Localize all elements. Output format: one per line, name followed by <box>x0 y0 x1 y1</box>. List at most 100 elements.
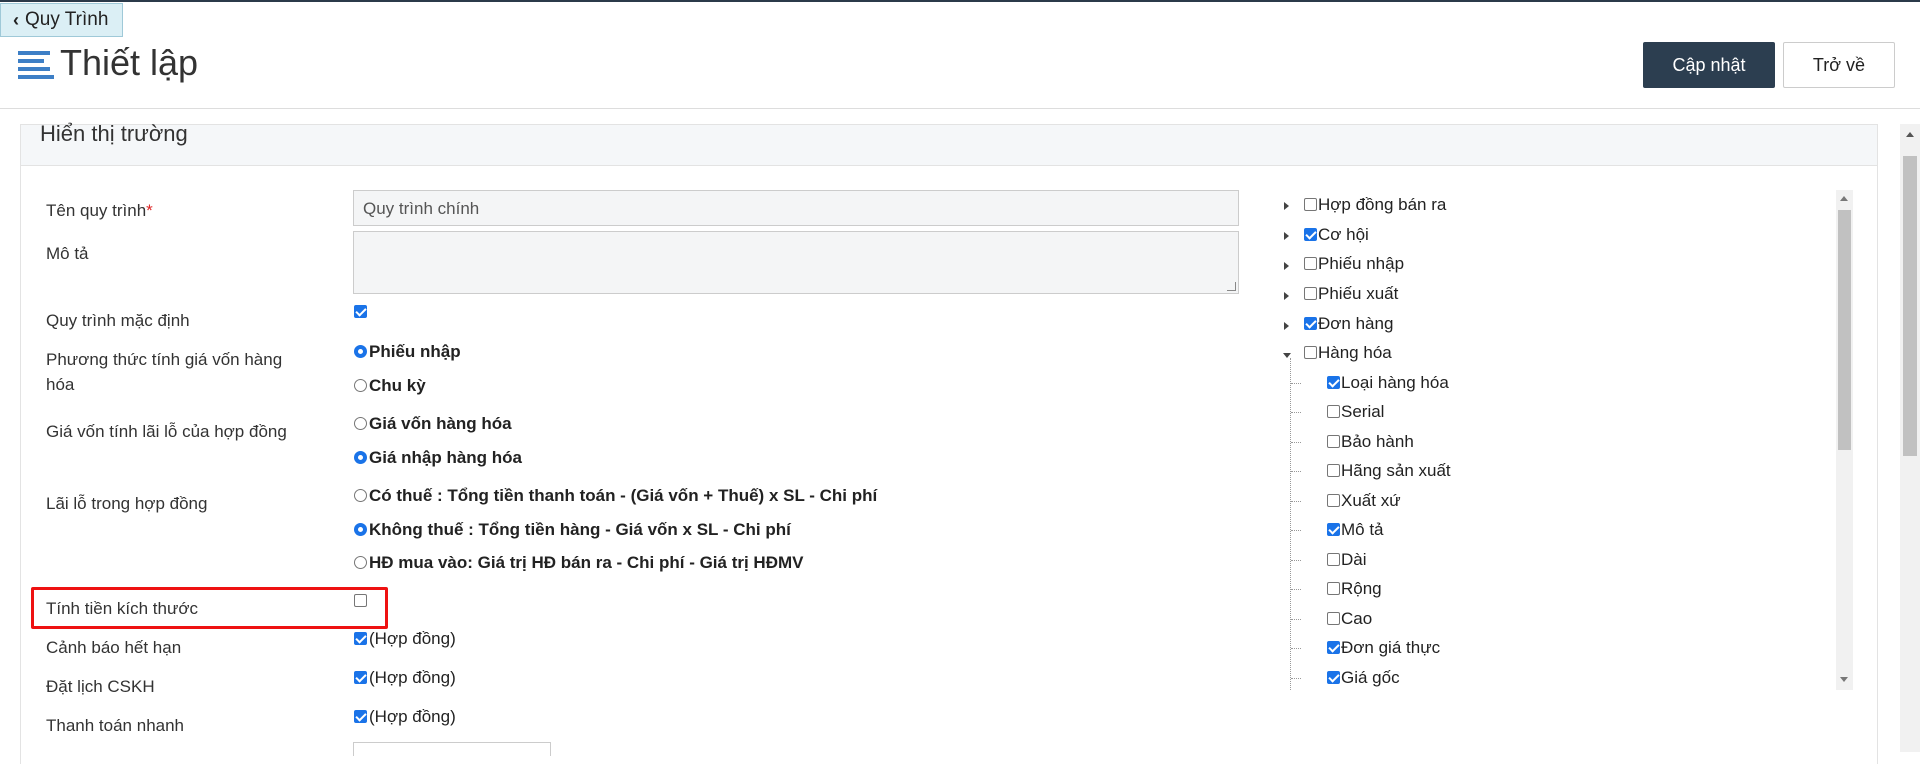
profit-cost-option-label: Giá nhập hàng hóa <box>369 448 523 467</box>
quick-pay-checkbox[interactable] <box>354 710 367 723</box>
tree-checkbox[interactable] <box>1327 641 1340 654</box>
back-button-label: Quy Trình <box>25 9 109 30</box>
profit-cost-radio-gia-von[interactable] <box>354 417 367 430</box>
tree-checkbox[interactable] <box>1327 523 1340 536</box>
quick-pay-label: Thanh toán nhanh <box>46 716 185 735</box>
contract-profit-option-label: Không thuế : Tổng tiền hàng - Giá vốn x … <box>369 520 791 539</box>
tree-checkbox[interactable] <box>1304 287 1317 300</box>
expand-arrow-icon[interactable] <box>1284 202 1289 210</box>
back-to-process-button[interactable]: ‹ Quy Trình <box>0 3 124 37</box>
tree-node-label: Loại hàng hóa <box>1341 373 1449 392</box>
expand-arrow-icon[interactable] <box>1284 322 1289 330</box>
contract-profit-radio-hd-mua-vao[interactable] <box>354 556 367 569</box>
scrollbar-thumb[interactable] <box>1838 210 1851 450</box>
tree-checkbox[interactable] <box>1327 405 1340 418</box>
process-name-input[interactable]: Quy trình chính <box>353 190 1239 226</box>
contract-profit-radio-co-thue[interactable] <box>354 489 367 502</box>
cost-method-label: Phương thức tính giá vốn hàng hóa <box>46 350 283 394</box>
tree-checkbox[interactable] <box>1327 612 1340 625</box>
expiry-warning-checkbox[interactable] <box>354 632 367 645</box>
tree-checkbox[interactable] <box>1327 464 1340 477</box>
scroll-up-arrow-icon[interactable] <box>1840 196 1848 201</box>
cost-method-radio-phieu-nhap[interactable] <box>354 345 367 358</box>
required-mark: * <box>146 201 153 220</box>
tree-checkbox[interactable] <box>1304 257 1317 270</box>
profit-cost-option-label: Giá vốn hàng hóa <box>369 414 512 433</box>
schedule-cs-label: Đặt lịch CSKH <box>46 677 155 696</box>
tree-node-label: Hãng sản xuất <box>1341 461 1451 480</box>
tree-connector <box>1291 589 1301 590</box>
return-button[interactable]: Trở về <box>1783 42 1895 88</box>
tree-node-label: Phiếu xuất <box>1318 284 1399 303</box>
highlight-annotation <box>31 587 388 629</box>
tree-checkbox[interactable] <box>1327 553 1340 566</box>
tree-node-label: Rộng <box>1341 579 1382 598</box>
tree-checkbox[interactable] <box>1304 346 1317 359</box>
tree-node-label: Giá gốc <box>1341 668 1400 687</box>
scroll-up-arrow-icon[interactable] <box>1906 132 1914 137</box>
tree-scrollbar[interactable] <box>1836 190 1853 690</box>
schedule-cs-checkbox[interactable] <box>354 671 367 684</box>
select-field[interactable] <box>353 742 551 756</box>
quick-pay-text: (Hợp đồng) <box>369 707 456 726</box>
expiry-warning-label: Cảnh báo hết hạn <box>46 638 182 657</box>
tree-connector <box>1291 412 1301 413</box>
tree-checkbox[interactable] <box>1304 228 1317 241</box>
tree-connector <box>1291 678 1301 679</box>
chevron-left-icon: ‹ <box>13 9 19 30</box>
tree-connector <box>1291 619 1301 620</box>
scrollbar-thumb[interactable] <box>1903 156 1917 456</box>
tree-node-label: Đơn hàng <box>1318 314 1394 333</box>
panel-header: Hiển thị trường <box>21 121 1877 166</box>
tree-node-label: Mô tả <box>1341 520 1384 539</box>
profit-cost-radio-gia-nhap[interactable] <box>354 451 367 464</box>
update-button[interactable]: Cập nhật <box>1643 42 1775 88</box>
expiry-warning-text: (Hợp đồng) <box>369 629 456 648</box>
cost-method-radio-chu-ky[interactable] <box>354 379 367 392</box>
contract-profit-option-label: Có thuế : Tổng tiền thanh toán - (Giá vố… <box>369 486 878 505</box>
tree-checkbox[interactable] <box>1327 582 1340 595</box>
tree-checkbox[interactable] <box>1327 376 1340 389</box>
cost-method-option-label: Phiếu nhập <box>369 342 461 361</box>
tree-node-label: Cao <box>1341 609 1373 628</box>
expand-arrow-icon[interactable] <box>1284 262 1289 270</box>
tree-connector <box>1291 560 1301 561</box>
top-border <box>0 0 1920 2</box>
page-title: Thiết lập <box>60 42 199 83</box>
cost-method-option-label: Chu kỳ <box>369 376 426 395</box>
tree-node-label: Cơ hội <box>1318 225 1369 244</box>
tree-connector <box>1291 530 1301 531</box>
tree-checkbox[interactable] <box>1327 435 1340 448</box>
expand-arrow-icon[interactable] <box>1284 292 1289 300</box>
tree-node-label: Xuất xứ <box>1341 491 1401 510</box>
page-header: Thiết lập Cập nhật Trở về <box>0 38 1920 109</box>
tree-connector <box>1291 648 1301 649</box>
expand-arrow-icon[interactable] <box>1284 232 1289 240</box>
tree-node-label: Dài <box>1341 550 1367 569</box>
schedule-cs-text: (Hợp đồng) <box>369 668 456 687</box>
description-label: Mô tả <box>46 244 89 263</box>
tree-checkbox[interactable] <box>1327 671 1340 684</box>
scroll-down-arrow-icon[interactable] <box>1840 677 1848 682</box>
tree-node-label: Hàng hóa <box>1318 343 1392 362</box>
process-name-label: Tên quy trình* <box>46 201 153 220</box>
tree-checkbox[interactable] <box>1327 494 1340 507</box>
page-scrollbar[interactable] <box>1900 124 1920 752</box>
contract-profit-label: Lãi lỗ trong hợp đồng <box>46 494 208 513</box>
description-textarea[interactable] <box>353 231 1239 294</box>
default-process-checkbox[interactable] <box>354 305 367 318</box>
profit-cost-label: Giá vốn tính lãi lỗ của hợp đồng <box>46 422 287 441</box>
default-process-label: Quy trình mặc định <box>46 311 190 330</box>
tree-connector <box>1291 471 1301 472</box>
list-menu-icon <box>18 51 54 79</box>
field-tree: Hợp đồng bán ra Cơ hội Phiếu nhập Phiếu … <box>1280 190 1855 690</box>
tree-node-label: Hợp đồng bán ra <box>1318 195 1447 214</box>
contract-profit-option-label: HĐ mua vào: Giá trị HĐ bán ra - Chi phí … <box>369 553 804 572</box>
collapse-arrow-icon[interactable] <box>1283 353 1291 358</box>
contract-profit-radio-khong-thue[interactable] <box>354 523 367 536</box>
tree-checkbox[interactable] <box>1304 317 1317 330</box>
tree-checkbox[interactable] <box>1304 198 1317 211</box>
resize-grip-icon[interactable] <box>1227 282 1236 291</box>
panel-title: Hiển thị trường <box>40 121 188 146</box>
tree-connector <box>1291 442 1301 443</box>
